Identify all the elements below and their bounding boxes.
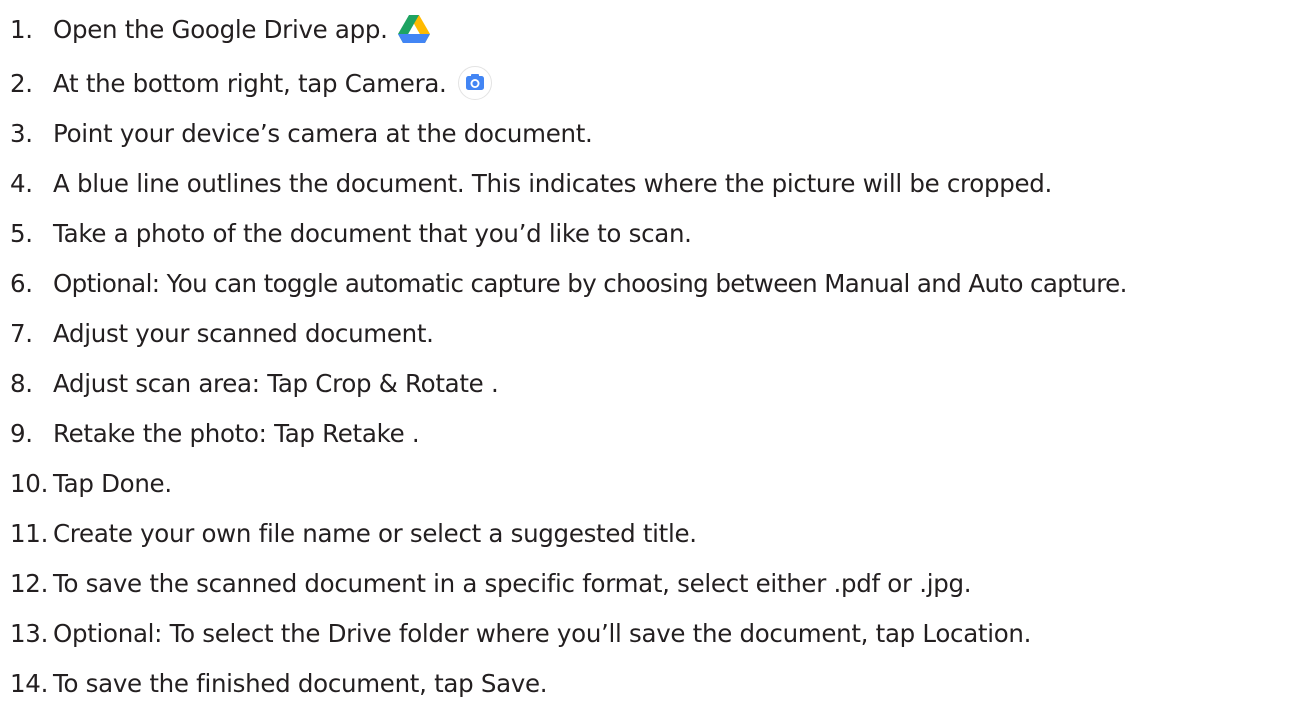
- list-item-step-14: 14. To save the finished document, tap S…: [10, 658, 1294, 708]
- list-item-step-4: 4. A blue line outlines the document. Th…: [10, 158, 1294, 208]
- step-text: Retake the photo: Tap Retake .: [53, 418, 420, 448]
- step-number: 4.: [10, 168, 33, 198]
- step-number: 14.: [10, 668, 49, 698]
- step-number: 8.: [10, 368, 33, 398]
- step-number: 9.: [10, 418, 33, 448]
- step-text: Point your device’s camera at the docume…: [53, 118, 593, 148]
- step-text: Adjust your scanned document.: [53, 318, 434, 348]
- step-number: 3.: [10, 118, 33, 148]
- list-item-step-10: 10. Tap Done.: [10, 458, 1294, 508]
- list-item-step-12: 12. To save the scanned document in a sp…: [10, 558, 1294, 608]
- step-number: 1.: [10, 14, 33, 44]
- step-number: 10.: [10, 468, 49, 498]
- instruction-list: 1. Open the Google Drive app. 2. At the …: [10, 0, 1294, 708]
- step-text: At the bottom right, tap Camera.: [53, 68, 447, 98]
- camera-icon: [457, 66, 493, 100]
- list-item-step-9: 9. Retake the photo: Tap Retake .: [10, 408, 1294, 458]
- step-text: Optional: You can toggle automatic captu…: [53, 268, 1127, 298]
- step-text: Create your own file name or select a su…: [53, 518, 697, 548]
- step-number: 2.: [10, 68, 33, 98]
- step-number: 5.: [10, 218, 33, 248]
- step-text: A blue line outlines the document. This …: [53, 168, 1052, 198]
- step-text: To save the finished document, tap Save.: [53, 668, 548, 698]
- step-text: Optional: To select the Drive folder whe…: [53, 618, 1032, 648]
- google-drive-icon: [397, 15, 430, 43]
- list-item-step-6: 6. Optional: You can toggle automatic ca…: [10, 258, 1294, 308]
- step-number: 6.: [10, 268, 33, 298]
- list-item-step-8: 8. Adjust scan area: Tap Crop & Rotate .: [10, 358, 1294, 408]
- step-number: 7.: [10, 318, 33, 348]
- step-number: 11.: [10, 518, 49, 548]
- list-item-step-1: 1. Open the Google Drive app.: [10, 0, 1294, 58]
- list-item-step-7: 7. Adjust your scanned document.: [10, 308, 1294, 358]
- list-item-step-5: 5. Take a photo of the document that you…: [10, 208, 1294, 258]
- step-text: Tap Done.: [53, 468, 172, 498]
- list-item-step-13: 13. Optional: To select the Drive folder…: [10, 608, 1294, 658]
- step-number: 12.: [10, 568, 49, 598]
- step-text: Take a photo of the document that you’d …: [53, 218, 692, 248]
- list-item-step-11: 11. Create your own file name or select …: [10, 508, 1294, 558]
- step-text: Open the Google Drive app.: [53, 14, 388, 44]
- list-item-step-2: 2. At the bottom right, tap Camera.: [10, 58, 1294, 108]
- step-number: 13.: [10, 618, 49, 648]
- list-item-step-3: 3. Point your device’s camera at the doc…: [10, 108, 1294, 158]
- step-text: Adjust scan area: Tap Crop & Rotate .: [53, 368, 499, 398]
- step-text: To save the scanned document in a specif…: [53, 568, 972, 598]
